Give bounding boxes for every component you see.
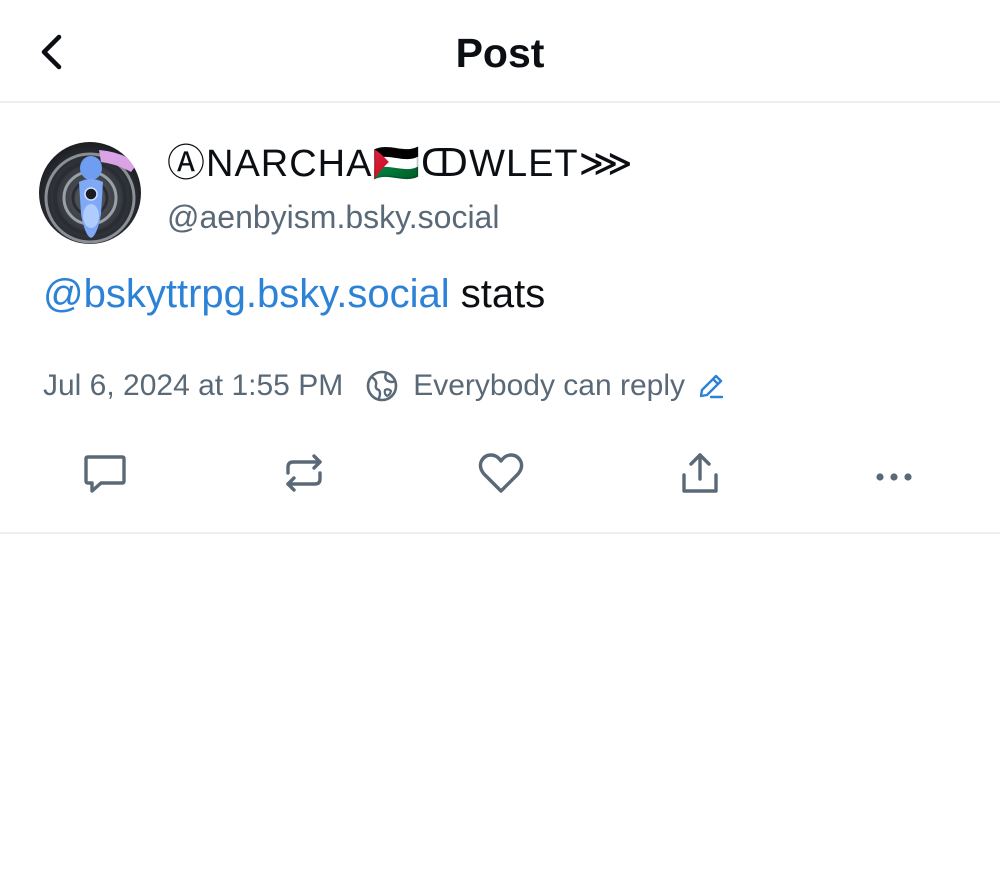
author-handle[interactable]: @aenbyism.bsky.social (167, 197, 499, 237)
share-button[interactable] (670, 443, 730, 503)
more-options-button[interactable] (864, 443, 924, 503)
post-body-text: stats (449, 272, 546, 316)
mention-link[interactable]: @bskyttrpg.bsky.social (43, 272, 450, 316)
reply-settings-button[interactable]: Everybody can reply (365, 369, 725, 403)
post-text: @bskyttrpg.bsky.social stats (43, 268, 545, 320)
header: Post (0, 0, 1000, 103)
pencil-icon (697, 372, 725, 400)
post-actions (0, 443, 1000, 507)
heart-icon (478, 453, 524, 493)
globe-icon (365, 369, 399, 403)
author-display-name[interactable]: ⒶNARCHA🇵🇸ↀWLET⋙ (167, 141, 634, 187)
share-icon (682, 453, 718, 493)
repost-icon (286, 454, 322, 492)
post-screen: Post ⒶNARCHA🇵🇸ↀWLET⋙ @aenbyism.bsky.soci… (0, 0, 1000, 872)
avatar-image (39, 142, 141, 244)
post-thread-item: ⒶNARCHA🇵🇸ↀWLET⋙ @aenbyism.bsky.social @b… (0, 103, 1000, 534)
reply-setting-label: Everybody can reply (413, 369, 686, 402)
post-meta: Jul 6, 2024 at 1:55 PM Everybody can rep… (43, 365, 725, 407)
avatar[interactable] (39, 142, 141, 244)
like-button[interactable] (471, 443, 531, 503)
repost-button[interactable] (274, 443, 334, 503)
comment-icon (84, 455, 126, 493)
more-icon (876, 473, 912, 481)
reply-button[interactable] (75, 443, 135, 503)
post-timestamp: Jul 6, 2024 at 1:55 PM (43, 369, 344, 402)
page-title: Post (455, 30, 545, 76)
